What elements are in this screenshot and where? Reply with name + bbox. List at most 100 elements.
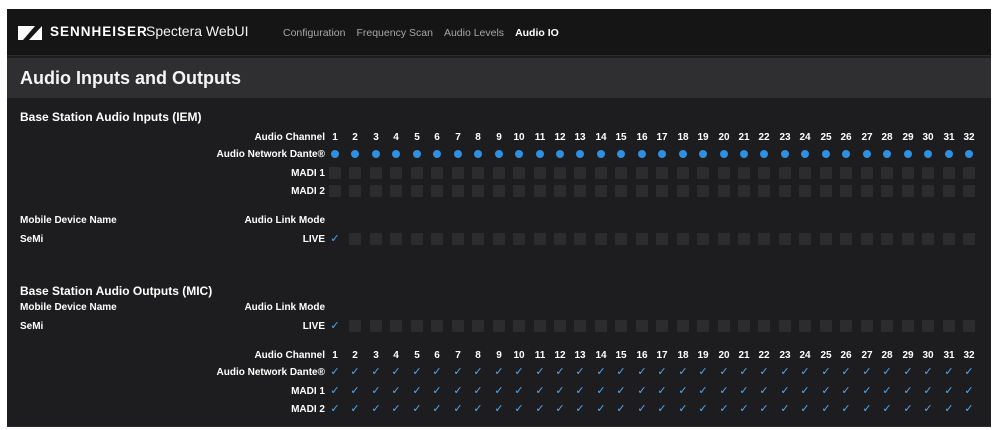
inputs-madi2-checkbox-24[interactable]: [799, 185, 811, 197]
outputs-madi2-check-22[interactable]: ✓: [758, 403, 770, 415]
outputs-madi2-check-7[interactable]: ✓: [452, 403, 464, 415]
outputs-link-checkbox-20[interactable]: [718, 320, 730, 332]
outputs-madi1-check-23[interactable]: ✓: [779, 385, 791, 397]
inputs-dante-dot-21[interactable]: [740, 150, 748, 158]
inputs-dante-dot-8[interactable]: [474, 150, 482, 158]
inputs-link-checkbox-12[interactable]: [554, 233, 566, 245]
outputs-madi2-check-17[interactable]: ✓: [656, 403, 668, 415]
inputs-dante-dot-30[interactable]: [924, 150, 932, 158]
outputs-link-checkbox-2[interactable]: [349, 320, 361, 332]
outputs-madi1-check-4[interactable]: ✓: [390, 385, 402, 397]
outputs-dante-check-32[interactable]: ✓: [963, 366, 975, 378]
inputs-dante-dot-16[interactable]: [638, 150, 646, 158]
outputs-madi2-check-2[interactable]: ✓: [349, 403, 361, 415]
nav-audio-io[interactable]: Audio IO: [515, 27, 559, 39]
outputs-madi2-check-4[interactable]: ✓: [390, 403, 402, 415]
outputs-link-checkbox-12[interactable]: [554, 320, 566, 332]
inputs-link-checkbox-7[interactable]: [452, 233, 464, 245]
outputs-madi2-check-10[interactable]: ✓: [513, 403, 525, 415]
inputs-dante-dot-27[interactable]: [863, 150, 871, 158]
outputs-madi2-check-5[interactable]: ✓: [411, 403, 423, 415]
inputs-madi1-checkbox-8[interactable]: [472, 167, 484, 179]
outputs-madi1-check-16[interactable]: ✓: [636, 385, 648, 397]
outputs-madi1-check-5[interactable]: ✓: [411, 385, 423, 397]
outputs-dante-check-10[interactable]: ✓: [513, 366, 525, 378]
inputs-madi1-checkbox-22[interactable]: [758, 167, 770, 179]
inputs-dante-dot-3[interactable]: [372, 150, 380, 158]
inputs-dante-dot-20[interactable]: [720, 150, 728, 158]
inputs-link-checkbox-10[interactable]: [513, 233, 525, 245]
outputs-link-checkbox-23[interactable]: [779, 320, 791, 332]
inputs-dante-dot-28[interactable]: [883, 150, 891, 158]
inputs-madi2-checkbox-5[interactable]: [411, 185, 423, 197]
inputs-madi1-checkbox-32[interactable]: [963, 167, 975, 179]
inputs-madi2-checkbox-6[interactable]: [431, 185, 443, 197]
outputs-madi2-check-18[interactable]: ✓: [677, 403, 689, 415]
outputs-madi2-check-12[interactable]: ✓: [554, 403, 566, 415]
inputs-madi1-checkbox-23[interactable]: [779, 167, 791, 179]
inputs-madi2-checkbox-25[interactable]: [820, 185, 832, 197]
inputs-madi2-checkbox-1[interactable]: [329, 185, 341, 197]
outputs-dante-check-23[interactable]: ✓: [779, 366, 791, 378]
inputs-link-checkbox-2[interactable]: [349, 233, 361, 245]
outputs-madi1-check-31[interactable]: ✓: [943, 385, 955, 397]
inputs-madi1-checkbox-31[interactable]: [943, 167, 955, 179]
outputs-madi1-check-21[interactable]: ✓: [738, 385, 750, 397]
outputs-link-checkbox-6[interactable]: [431, 320, 443, 332]
inputs-dante-dot-29[interactable]: [904, 150, 912, 158]
inputs-madi2-checkbox-22[interactable]: [758, 185, 770, 197]
inputs-madi1-checkbox-15[interactable]: [615, 167, 627, 179]
outputs-madi2-check-26[interactable]: ✓: [840, 403, 852, 415]
outputs-madi2-check-9[interactable]: ✓: [493, 403, 505, 415]
outputs-dante-check-9[interactable]: ✓: [493, 366, 505, 378]
inputs-madi1-checkbox-13[interactable]: [574, 167, 586, 179]
outputs-madi1-check-1[interactable]: ✓: [329, 385, 341, 397]
outputs-madi2-check-20[interactable]: ✓: [718, 403, 730, 415]
outputs-madi1-check-8[interactable]: ✓: [472, 385, 484, 397]
outputs-link-checkbox-5[interactable]: [411, 320, 423, 332]
outputs-madi1-check-13[interactable]: ✓: [574, 385, 586, 397]
inputs-madi2-checkbox-26[interactable]: [840, 185, 852, 197]
inputs-link-checkbox-26[interactable]: [840, 233, 852, 245]
inputs-link-checkbox-4[interactable]: [390, 233, 402, 245]
nav-configuration[interactable]: Configuration: [283, 27, 345, 39]
inputs-dante-dot-13[interactable]: [576, 150, 584, 158]
inputs-madi2-checkbox-14[interactable]: [595, 185, 607, 197]
outputs-madi2-check-31[interactable]: ✓: [943, 403, 955, 415]
outputs-madi2-check-13[interactable]: ✓: [574, 403, 586, 415]
outputs-dante-check-28[interactable]: ✓: [881, 366, 893, 378]
inputs-madi2-checkbox-15[interactable]: [615, 185, 627, 197]
inputs-link-checkbox-29[interactable]: [902, 233, 914, 245]
inputs-madi1-checkbox-29[interactable]: [902, 167, 914, 179]
outputs-madi1-check-15[interactable]: ✓: [615, 385, 627, 397]
outputs-dante-check-31[interactable]: ✓: [943, 366, 955, 378]
outputs-madi2-check-16[interactable]: ✓: [636, 403, 648, 415]
inputs-link-checkbox-6[interactable]: [431, 233, 443, 245]
outputs-dante-check-12[interactable]: ✓: [554, 366, 566, 378]
outputs-madi1-check-26[interactable]: ✓: [840, 385, 852, 397]
inputs-madi1-checkbox-19[interactable]: [697, 167, 709, 179]
outputs-madi1-check-10[interactable]: ✓: [513, 385, 525, 397]
outputs-link-checkbox-4[interactable]: [390, 320, 402, 332]
inputs-madi1-checkbox-2[interactable]: [349, 167, 361, 179]
inputs-madi2-checkbox-29[interactable]: [902, 185, 914, 197]
inputs-dante-dot-26[interactable]: [842, 150, 850, 158]
outputs-madi2-check-14[interactable]: ✓: [595, 403, 607, 415]
outputs-madi1-check-18[interactable]: ✓: [677, 385, 689, 397]
outputs-madi1-check-9[interactable]: ✓: [493, 385, 505, 397]
outputs-dante-check-15[interactable]: ✓: [615, 366, 627, 378]
inputs-link-checkbox-15[interactable]: [615, 233, 627, 245]
outputs-dante-check-30[interactable]: ✓: [922, 366, 934, 378]
inputs-madi2-checkbox-9[interactable]: [493, 185, 505, 197]
outputs-link-checkbox-29[interactable]: [902, 320, 914, 332]
inputs-link-checkbox-31[interactable]: [943, 233, 955, 245]
outputs-madi1-check-17[interactable]: ✓: [656, 385, 668, 397]
outputs-dante-check-8[interactable]: ✓: [472, 366, 484, 378]
inputs-link-checkbox-17[interactable]: [656, 233, 668, 245]
outputs-dante-check-1[interactable]: ✓: [329, 366, 341, 378]
inputs-madi1-checkbox-25[interactable]: [820, 167, 832, 179]
outputs-madi1-check-20[interactable]: ✓: [718, 385, 730, 397]
outputs-dante-check-24[interactable]: ✓: [799, 366, 811, 378]
outputs-madi1-check-2[interactable]: ✓: [349, 385, 361, 397]
inputs-dante-dot-10[interactable]: [515, 150, 523, 158]
